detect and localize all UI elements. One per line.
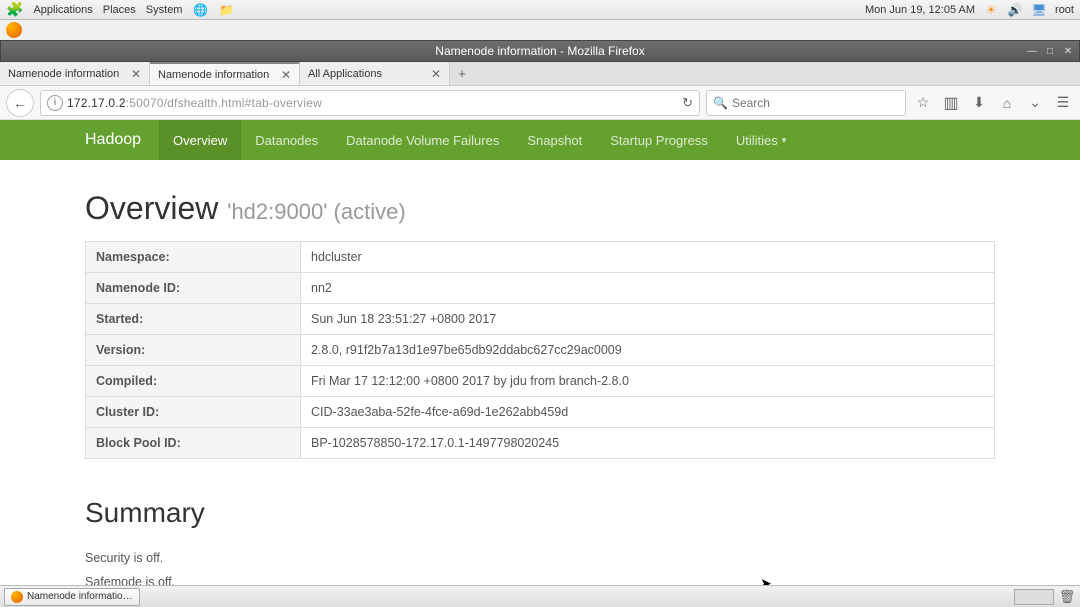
menu-icon[interactable]: ☰ <box>1052 92 1074 114</box>
taskbar-entry-label: Namenode informatio… <box>27 591 133 602</box>
search-icon: 🔍 <box>713 96 728 110</box>
downloads-icon[interactable]: ⬇ <box>968 92 990 114</box>
table-value: CID-33ae3aba-52fe-4fce-a69d-1e262abb459d <box>301 397 995 428</box>
gnome-menu-system[interactable]: System <box>146 4 183 16</box>
tab-close-icon[interactable]: ✕ <box>281 68 291 82</box>
volume-icon[interactable]: 🔊 <box>1007 2 1023 18</box>
table-row: Cluster ID:CID-33ae3aba-52fe-4fce-a69d-1… <box>86 397 995 428</box>
window-close-button[interactable]: ✕ <box>1061 44 1075 58</box>
browser-viewport: Hadoop Overview Datanodes Datanode Volum… <box>0 120 1080 593</box>
reload-icon[interactable]: ↻ <box>682 95 693 111</box>
table-row: Namespace:hdcluster <box>86 242 995 273</box>
launcher-icon-1[interactable]: 🌐 <box>192 2 208 18</box>
tab-label: Namenode information <box>8 68 119 80</box>
gnome-clock[interactable]: Mon Jun 19, 12:05 AM <box>865 4 975 16</box>
table-key: Version: <box>86 335 301 366</box>
nav-datanode-volume-failures[interactable]: Datanode Volume Failures <box>332 120 513 160</box>
tab-label: All Applications <box>308 68 382 80</box>
table-value: Sun Jun 18 23:51:27 +0800 2017 <box>301 304 995 335</box>
summary-line: Security is off. <box>85 551 995 565</box>
table-value: hdcluster <box>301 242 995 273</box>
pocket-icon[interactable]: ⌄ <box>1024 92 1046 114</box>
browser-tabbar: Namenode information ✕ Namenode informat… <box>0 62 1080 86</box>
table-key: Namenode ID: <box>86 273 301 304</box>
workspace-switcher[interactable] <box>1014 589 1054 605</box>
back-button[interactable]: ← <box>6 89 34 117</box>
gnome-bottom-panel: Namenode informatio… 🗑 <box>0 585 1080 607</box>
bookmarks-list-icon[interactable]: ▥ <box>940 92 962 114</box>
url-bar[interactable]: i 172.17.0.2:50070/dfshealth.html#tab-ov… <box>40 90 700 116</box>
table-key: Cluster ID: <box>86 397 301 428</box>
table-key: Namespace: <box>86 242 301 273</box>
gnome-top-panel: 🧩 Applications Places System 🌐 📁 Mon Jun… <box>0 0 1080 20</box>
tab-close-icon[interactable]: ✕ <box>131 67 141 81</box>
firefox-logo-icon <box>11 591 23 603</box>
search-bar[interactable]: 🔍 <box>706 90 906 116</box>
page-scroll-area[interactable]: Hadoop Overview Datanodes Datanode Volum… <box>0 120 1080 592</box>
chevron-down-icon: ▾ <box>782 135 787 146</box>
taskbar-entry[interactable]: Namenode informatio… <box>4 588 140 606</box>
table-value: nn2 <box>301 273 995 304</box>
new-tab-button[interactable]: + <box>450 62 474 85</box>
table-value: BP-1028578850-172.17.0.1-1497798020245 <box>301 428 995 459</box>
gnome-menu-applications[interactable]: Applications <box>33 4 92 16</box>
nav-utilities[interactable]: Utilities▾ <box>722 120 800 160</box>
hadoop-navbar: Hadoop Overview Datanodes Datanode Volum… <box>0 120 1080 160</box>
browser-tab[interactable]: All Applications ✕ <box>300 62 450 85</box>
table-row: Namenode ID:nn2 <box>86 273 995 304</box>
summary-heading: Summary <box>85 497 995 529</box>
browser-toolbar: ← i 172.17.0.2:50070/dfshealth.html#tab-… <box>0 86 1080 120</box>
url-path: :50070/dfshealth.html#tab-overview <box>126 96 322 110</box>
weather-icon[interactable]: ☀ <box>983 2 999 18</box>
table-row: Version:2.8.0, r91f2b7a13d1e97be65db92dd… <box>86 335 995 366</box>
page-title: Overview 'hd2:9000' (active) <box>85 190 995 227</box>
overview-table: Namespace:hdclusterNamenode ID:nn2Starte… <box>85 241 995 459</box>
table-key: Started: <box>86 304 301 335</box>
url-host: 172.17.0.2 <box>67 96 126 110</box>
window-maximize-button[interactable]: □ <box>1043 44 1057 58</box>
trash-icon[interactable]: 🗑 <box>1058 588 1076 606</box>
bookmark-star-icon[interactable]: ☆ <box>912 92 934 114</box>
table-value: 2.8.0, r91f2b7a13d1e97be65db92ddabc627cc… <box>301 335 995 366</box>
page-subtitle: 'hd2:9000' (active) <box>227 199 405 224</box>
table-row: Compiled:Fri Mar 17 12:12:00 +0800 2017 … <box>86 366 995 397</box>
search-input[interactable] <box>732 96 899 110</box>
gnome-menu-places[interactable]: Places <box>103 4 136 16</box>
gnome-apps-icon: 🧩 <box>6 1 23 18</box>
site-info-icon[interactable]: i <box>47 95 63 111</box>
browser-tab[interactable]: Namenode information ✕ <box>0 62 150 85</box>
nav-startup-progress[interactable]: Startup Progress <box>596 120 722 160</box>
launcher-icon-2[interactable]: 📁 <box>218 2 234 18</box>
table-row: Block Pool ID:BP-1028578850-172.17.0.1-1… <box>86 428 995 459</box>
firefox-logo-icon <box>6 22 22 38</box>
tab-close-icon[interactable]: ✕ <box>431 67 441 81</box>
hadoop-brand[interactable]: Hadoop <box>85 120 159 160</box>
table-key: Block Pool ID: <box>86 428 301 459</box>
table-row: Started:Sun Jun 18 23:51:27 +0800 2017 <box>86 304 995 335</box>
window-minimize-button[interactable]: — <box>1025 44 1039 58</box>
browser-tab[interactable]: Namenode information ✕ <box>150 62 300 85</box>
tab-label: Namenode information <box>158 69 269 81</box>
nav-datanodes[interactable]: Datanodes <box>241 120 332 160</box>
table-value: Fri Mar 17 12:12:00 +0800 2017 by jdu fr… <box>301 366 995 397</box>
window-titlebar: Namenode information - Mozilla Firefox —… <box>0 40 1080 62</box>
page-content: Overview 'hd2:9000' (active) Namespace:h… <box>0 160 1080 592</box>
window-title: Namenode information - Mozilla Firefox <box>435 44 644 58</box>
table-key: Compiled: <box>86 366 301 397</box>
firefox-icon-row <box>0 20 1080 40</box>
home-icon[interactable]: ⌂ <box>996 92 1018 114</box>
network-icon[interactable]: 🖥 <box>1031 2 1047 18</box>
nav-snapshot[interactable]: Snapshot <box>513 120 596 160</box>
gnome-user-label[interactable]: root <box>1055 4 1074 16</box>
nav-overview[interactable]: Overview <box>159 120 241 160</box>
